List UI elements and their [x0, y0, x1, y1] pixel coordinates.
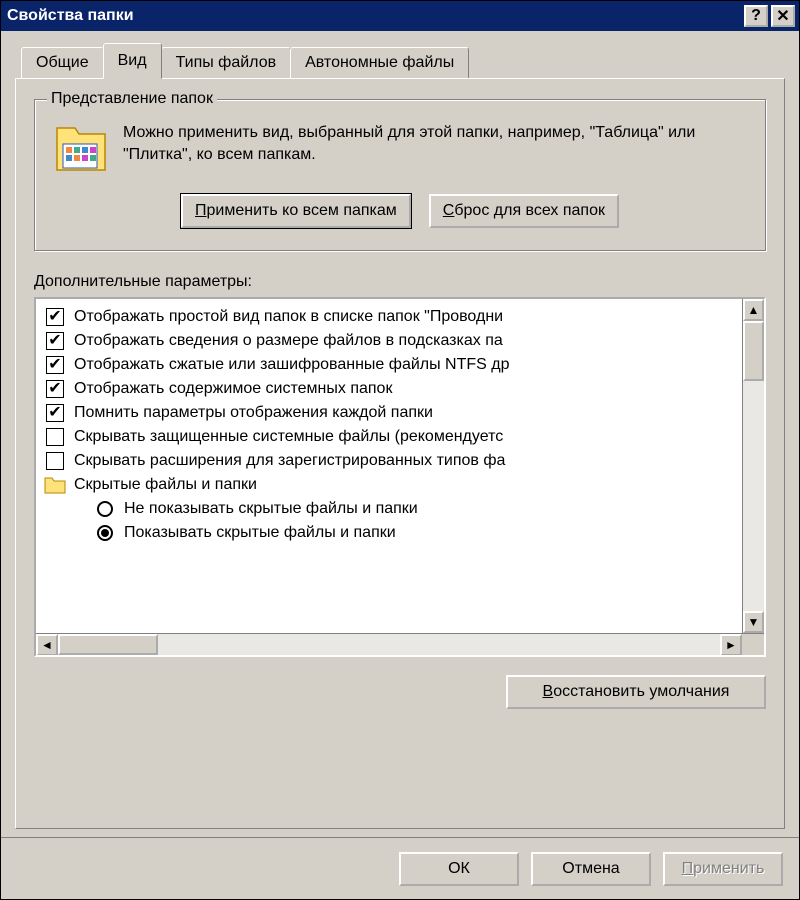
tab-file-types[interactable]: Типы файлов: [161, 47, 292, 78]
folder-views-group: Представление папок Можно применить вид,…: [34, 99, 766, 251]
vertical-scrollbar[interactable]: ▲ ▼: [742, 299, 764, 633]
advanced-settings-list: ✔ Отображать простой вид папок в списке п…: [34, 297, 766, 657]
advanced-settings-label: Дополнительные параметры:: [34, 273, 766, 291]
item-label: Отображать сжатые или зашифрованные файл…: [74, 356, 510, 374]
scroll-left-button[interactable]: ◄: [36, 634, 58, 656]
list-item[interactable]: ✔ Отображать простой вид папок в списке п…: [44, 305, 764, 329]
tab-general[interactable]: Общие: [21, 47, 104, 78]
close-icon: ✕: [776, 6, 789, 26]
help-icon: ?: [751, 7, 761, 25]
list-item[interactable]: ✔ Отображать сжатые или зашифрованные фай…: [44, 353, 764, 377]
item-label: Отображать содержимое системных папок: [74, 380, 392, 398]
group-content: Можно применить вид, выбранный для этой …: [53, 122, 747, 176]
tab-strip: Общие Вид Типы файлов Автономные файлы: [21, 43, 785, 78]
scroll-right-button[interactable]: ►: [720, 634, 742, 656]
list-item[interactable]: Показывать скрытые файлы и папки: [44, 521, 764, 545]
checkbox-icon: ✔: [44, 308, 66, 326]
help-button[interactable]: ?: [744, 5, 768, 27]
scroll-down-button[interactable]: ▼: [743, 611, 764, 633]
checkbox-icon: [44, 428, 66, 446]
radio-icon: [94, 501, 116, 517]
tab-label: Общие: [36, 54, 89, 71]
titlebar: Свойства папки ? ✕: [1, 1, 799, 31]
item-label: Скрывать защищенные системные файлы (рек…: [74, 428, 503, 446]
list-item[interactable]: Скрывать расширения для зарегистрированн…: [44, 449, 764, 473]
checkbox-icon: [44, 452, 66, 470]
apply-to-all-folders-button[interactable]: Применить ко всем папкам: [181, 194, 411, 228]
list-item[interactable]: Скрытые файлы и папки: [44, 473, 764, 497]
folder-options-dialog: Свойства папки ? ✕ Общие Вид Типы файлов…: [0, 0, 800, 900]
tab-label: Типы файлов: [176, 54, 277, 71]
scroll-thumb-h[interactable]: [58, 634, 158, 655]
restore-defaults-row: Восстановить умолчания: [34, 675, 766, 709]
cancel-button[interactable]: Отмена: [531, 852, 651, 886]
item-label: Помнить параметры отображения каждой пап…: [74, 404, 433, 422]
restore-defaults-button[interactable]: Восстановить умолчания: [506, 675, 766, 709]
scroll-track[interactable]: [743, 321, 764, 611]
dialog-body: Общие Вид Типы файлов Автономные файлы П…: [1, 31, 799, 837]
checkbox-icon: ✔: [44, 332, 66, 350]
list-item[interactable]: ✔ Отображать сведения о размере файлов в …: [44, 329, 764, 353]
close-button[interactable]: ✕: [771, 5, 795, 27]
scroll-corner: [742, 634, 764, 655]
tab-offline-files[interactable]: Автономные файлы: [290, 47, 469, 78]
item-label: Отображать сведения о размере файлов в п…: [74, 332, 503, 350]
list-item[interactable]: ✔ Помнить параметры отображения каждой па…: [44, 401, 764, 425]
group-legend: Представление папок: [47, 90, 217, 108]
group-description: Можно применить вид, выбранный для этой …: [123, 122, 747, 165]
folder-views-icon: [53, 122, 109, 176]
scroll-track-h[interactable]: [58, 634, 720, 655]
item-label: Показывать скрытые файлы и папки: [124, 524, 396, 542]
list-item[interactable]: Не показывать скрытые файлы и папки: [44, 497, 764, 521]
ok-button[interactable]: ОК: [399, 852, 519, 886]
checkbox-icon: ✔: [44, 356, 66, 374]
checkbox-icon: ✔: [44, 404, 66, 422]
item-label: Не показывать скрытые файлы и папки: [124, 500, 418, 518]
titlebar-buttons: ? ✕: [744, 5, 795, 27]
list-item[interactable]: ✔ Отображать содержимое системных папок: [44, 377, 764, 401]
horizontal-scrollbar[interactable]: ◄ ►: [36, 633, 764, 655]
window-title: Свойства папки: [7, 7, 134, 25]
tab-panel-view: Представление папок Можно применить вид,…: [15, 78, 785, 829]
item-label: Скрытые файлы и папки: [74, 476, 257, 494]
tab-label: Вид: [118, 52, 147, 69]
reset-all-folders-button[interactable]: Сброс для всех папок: [429, 194, 619, 228]
list-body: ✔ Отображать простой вид папок в списке п…: [36, 299, 764, 633]
apply-button[interactable]: Применить: [663, 852, 783, 886]
scroll-up-button[interactable]: ▲: [743, 299, 764, 321]
item-label: Отображать простой вид папок в списке па…: [74, 308, 503, 326]
dialog-footer: ОК Отмена Применить: [1, 837, 799, 899]
item-label: Скрывать расширения для зарегистрированн…: [74, 452, 505, 470]
checkbox-icon: ✔: [44, 380, 66, 398]
scroll-thumb[interactable]: [743, 321, 764, 381]
folder-icon: [44, 476, 66, 494]
group-buttons: Применить ко всем папкам Сброс для всех …: [53, 194, 747, 228]
radio-icon: [94, 525, 116, 541]
tab-view[interactable]: Вид: [103, 43, 162, 79]
list-item[interactable]: Скрывать защищенные системные файлы (рек…: [44, 425, 764, 449]
tab-label: Автономные файлы: [305, 54, 454, 71]
